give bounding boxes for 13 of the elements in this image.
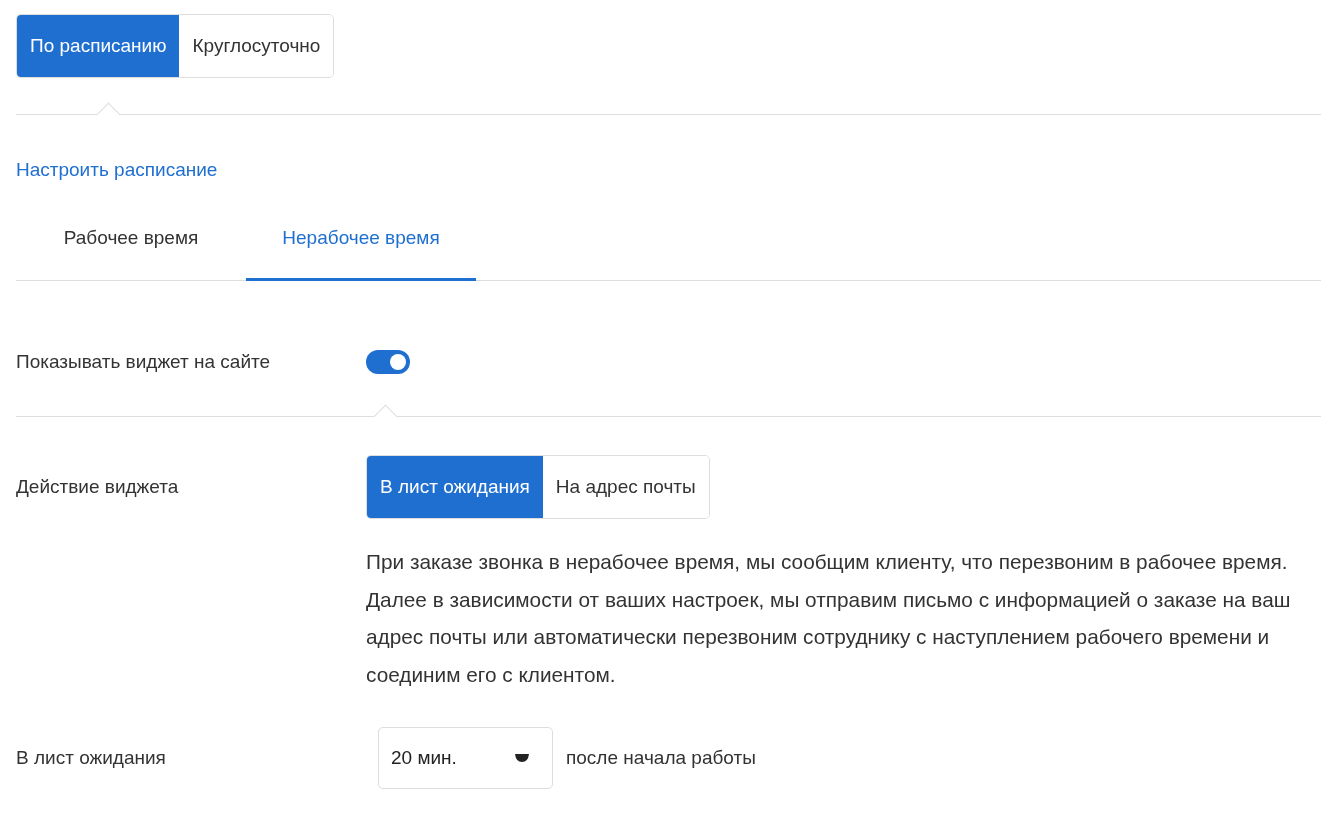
configure-schedule-link[interactable]: Настроить расписание (16, 159, 218, 181)
show-widget-label: Показывать виджет на сайте (16, 351, 272, 373)
delay-dropdown[interactable]: 20 мин. (378, 727, 553, 789)
tab[interactable]: Рабочее время (16, 197, 246, 281)
waiting-list-label: В лист ожидания (16, 747, 167, 769)
description-text: При заказе звонка в нерабочее время, мы сообщим клиенту, что перезвоним в рабочее время. Далее в зависимости от ваших настроек, мы отправим письмо с информацией о заказе на ваш адрес почты или автоматически перезвоним сотруднику с наступлением рабочего времени и соединим его с клиентом. (366, 549, 1292, 688)
tab[interactable]: Нерабочее время (246, 197, 476, 281)
schedule-mode-button[interactable]: По расписанию (17, 15, 180, 77)
toggle-switch[interactable] (366, 350, 410, 374)
caret-icon (514, 753, 530, 763)
delay-suffix-text: после начала работы (566, 747, 756, 769)
widget-action-button[interactable]: В лист ожидания (367, 456, 543, 518)
widget-action-label: Действие виджета (16, 476, 180, 498)
